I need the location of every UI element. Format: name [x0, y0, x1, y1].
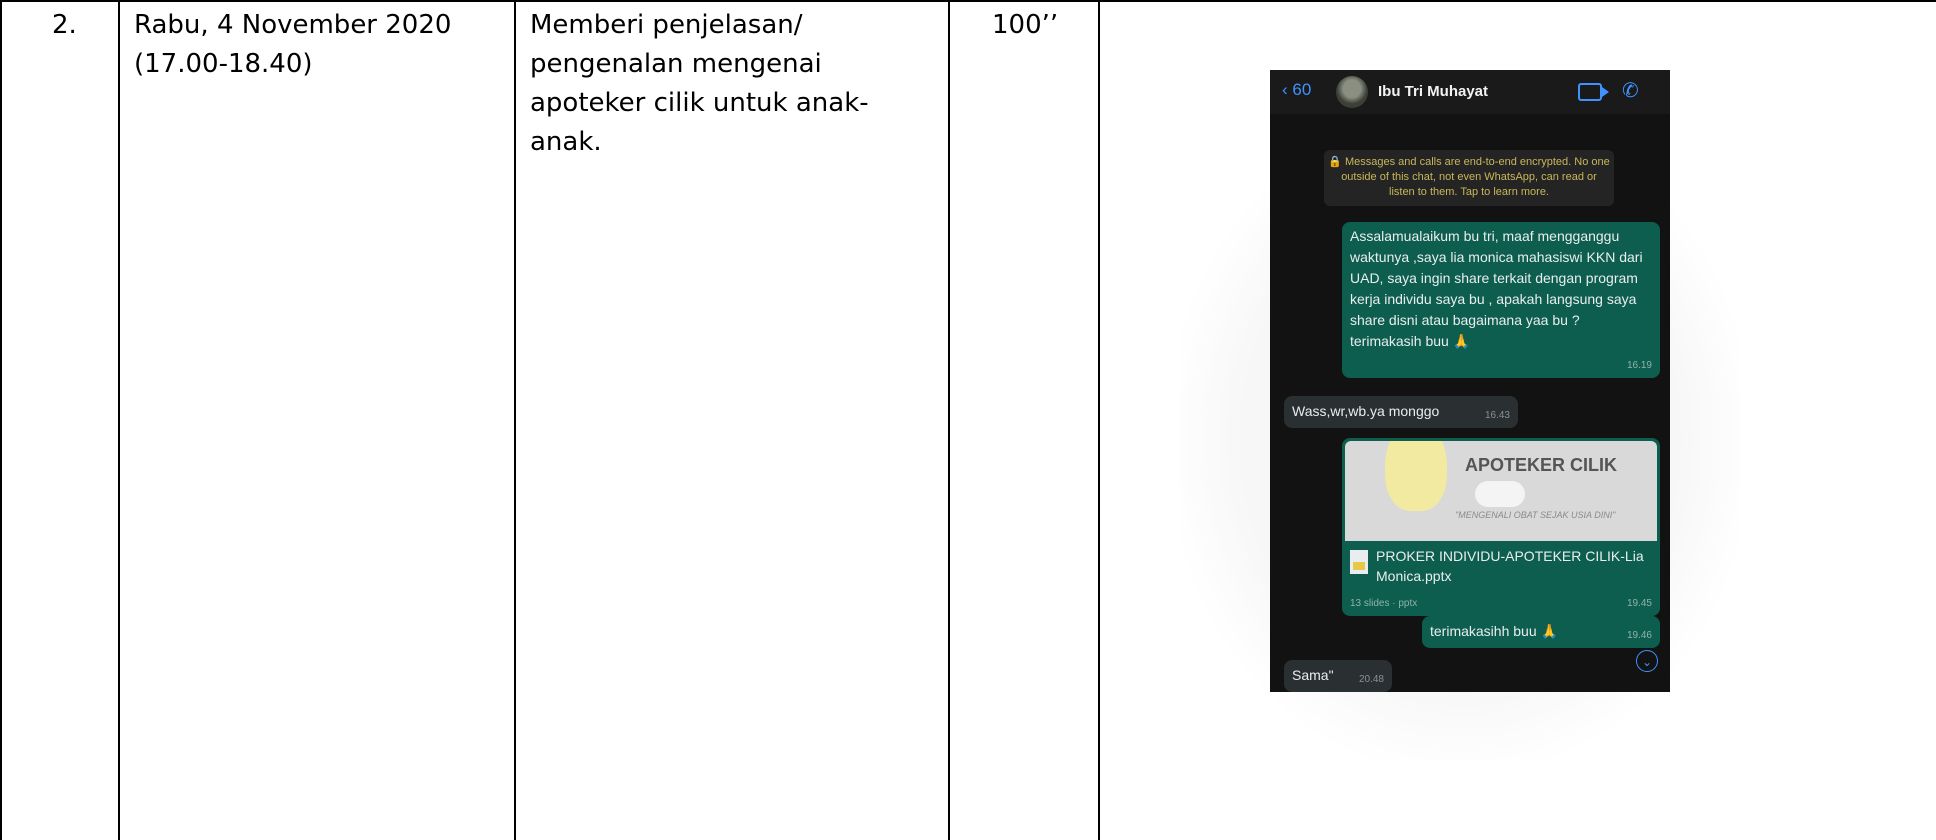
table-top-border	[0, 0, 1936, 2]
message-time: 16.43	[1484, 410, 1510, 421]
date-cell: Rabu, 4 November 2020 (17.00-18.40)	[134, 6, 514, 84]
back-button[interactable]: ‹ 60	[1282, 80, 1311, 100]
avatar[interactable]	[1336, 76, 1368, 108]
description-line: anak.	[530, 127, 602, 157]
table-left-border	[0, 0, 2, 840]
description-cell: Memberi penjelasan/ pengenalan mengenai …	[530, 6, 930, 162]
incoming-message[interactable]: Wass,wr,wb.ya monggo 16.43	[1284, 396, 1518, 428]
message-text: Assalamualaikum bu tri, maaf mengganggu …	[1350, 228, 1643, 349]
date-text: Rabu, 4 November 2020	[134, 10, 452, 40]
outgoing-message[interactable]: terimakasihh buu 🙏 19.46	[1422, 616, 1660, 648]
back-count: 60	[1292, 80, 1312, 99]
column-divider-3	[948, 0, 950, 840]
contact-name[interactable]: Ibu Tri Muhayat	[1378, 83, 1488, 100]
video-call-icon[interactable]	[1578, 83, 1609, 101]
incoming-message[interactable]: Sama" 20.48	[1284, 660, 1392, 692]
description-line: pengenalan mengenai	[530, 49, 822, 79]
message-time: 19.46	[1626, 630, 1652, 641]
duration-cell: 100’’	[992, 10, 1059, 40]
encryption-notice[interactable]: 🔒 Messages and calls are end-to-end encr…	[1324, 150, 1614, 206]
lock-icon: 🔒	[1328, 156, 1342, 168]
message-time: 16.19	[1626, 360, 1652, 371]
column-divider-1	[118, 0, 120, 840]
file-name: PROKER INDIVIDU-APOTEKER CILIK-Lia Monic…	[1376, 548, 1644, 584]
lightbulb-image	[1385, 441, 1447, 511]
file-message[interactable]: APOTEKER CILIK "MENGENALI OBAT SEJAK USI…	[1342, 438, 1660, 616]
slide-title: APOTEKER CILIK	[1465, 455, 1618, 475]
file-meta: 13 slides · pptx	[1350, 598, 1418, 609]
description-line: Memberi penjelasan/	[530, 10, 803, 40]
outgoing-message[interactable]: Assalamualaikum bu tri, maaf mengganggu …	[1342, 222, 1660, 378]
row-number: 2.	[52, 10, 77, 40]
message-text: Wass,wr,wb.ya monggo	[1292, 403, 1440, 419]
cloud-image	[1475, 481, 1525, 507]
message-time: 19.45	[1626, 598, 1652, 609]
time-text: (17.00-18.40)	[134, 49, 313, 79]
message-time: 20.48	[1358, 674, 1384, 685]
message-text: Sama"	[1292, 667, 1334, 683]
chat-screenshot: ‹ 60 Ibu Tri Muhayat ✆ 🔒 Messages and ca…	[1270, 70, 1670, 692]
description-line: apoteker cilik untuk anak-	[530, 88, 869, 118]
column-divider-4	[1098, 0, 1100, 840]
slide-subtitle: "MENGENALI OBAT SEJAK USIA DINI"	[1455, 510, 1616, 520]
phone-icon[interactable]: ✆	[1622, 78, 1639, 103]
document-icon	[1350, 550, 1368, 574]
chat-header: ‹ 60 Ibu Tri Muhayat ✆	[1270, 70, 1670, 114]
column-divider-2	[514, 0, 516, 840]
slide-preview: APOTEKER CILIK "MENGENALI OBAT SEJAK USI…	[1345, 441, 1657, 541]
scroll-down-button[interactable]: ⌄	[1636, 650, 1658, 672]
message-text: terimakasihh buu 🙏	[1430, 623, 1558, 639]
